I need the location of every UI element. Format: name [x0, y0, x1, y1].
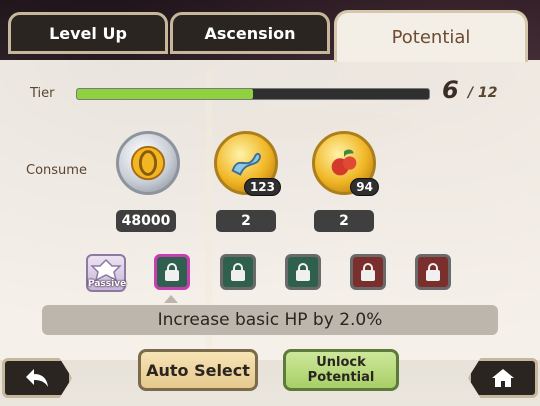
red-fruit-icon[interactable]: 94	[312, 131, 379, 196]
material-owned-2: 94	[350, 178, 379, 196]
back-arrow-icon	[26, 369, 48, 387]
potential-slot-2[interactable]	[220, 254, 256, 290]
tab-level-up[interactable]: Level Up	[8, 12, 168, 54]
passive-label: Passive	[88, 279, 127, 289]
gold-coin-icon[interactable]	[116, 131, 180, 195]
lock-icon	[425, 263, 441, 281]
lock-icon	[230, 263, 246, 281]
red-fruit-face	[325, 144, 363, 182]
back-button[interactable]	[2, 358, 72, 398]
potential-slot-1[interactable]	[154, 254, 190, 290]
material-owned-1: 123	[243, 178, 281, 196]
tier-progress-bar	[76, 88, 430, 100]
tab-level-up-label: Level Up	[49, 23, 127, 43]
unlock-potential-label: Unlock Potential	[308, 355, 375, 385]
unlock-potential-line2: Potential	[307, 370, 375, 385]
tier-progress-fill	[77, 89, 253, 99]
consume-label: Consume	[26, 163, 87, 178]
tier-label: Tier	[30, 86, 55, 101]
unlock-potential-line1: Unlock	[316, 355, 366, 370]
home-icon	[492, 369, 514, 387]
auto-select-button[interactable]: Auto Select	[138, 349, 258, 391]
lock-icon	[164, 263, 180, 281]
tier-max: / 12	[468, 85, 498, 101]
home-button[interactable]	[468, 358, 538, 398]
blue-dragon-face	[227, 144, 265, 182]
blue-dragon-icon[interactable]: 123	[214, 131, 281, 196]
selected-slot-pointer	[164, 295, 178, 303]
potential-description: Increase basic HP by 2.0%	[42, 305, 498, 335]
tier-current: 6	[442, 76, 459, 104]
unlock-potential-button[interactable]: Unlock Potential	[283, 349, 399, 391]
gold-coin-face	[129, 144, 167, 182]
potential-slot-4[interactable]	[350, 254, 386, 290]
tab-ascension-label: Ascension	[204, 23, 296, 43]
potential-slot-3[interactable]	[285, 254, 321, 290]
tab-potential[interactable]: Potential	[334, 10, 528, 62]
tab-ascension[interactable]: Ascension	[170, 12, 330, 54]
potential-slot-5[interactable]	[415, 254, 451, 290]
tab-potential-label: Potential	[391, 27, 471, 48]
material-required-2: 2	[314, 210, 374, 232]
material-required-0: 48000	[116, 210, 176, 232]
material-required-1: 2	[216, 210, 276, 232]
lock-icon	[360, 263, 376, 281]
lock-icon	[295, 263, 311, 281]
auto-select-label: Auto Select	[146, 360, 250, 380]
passive-skill-icon[interactable]: Passive	[86, 254, 126, 292]
